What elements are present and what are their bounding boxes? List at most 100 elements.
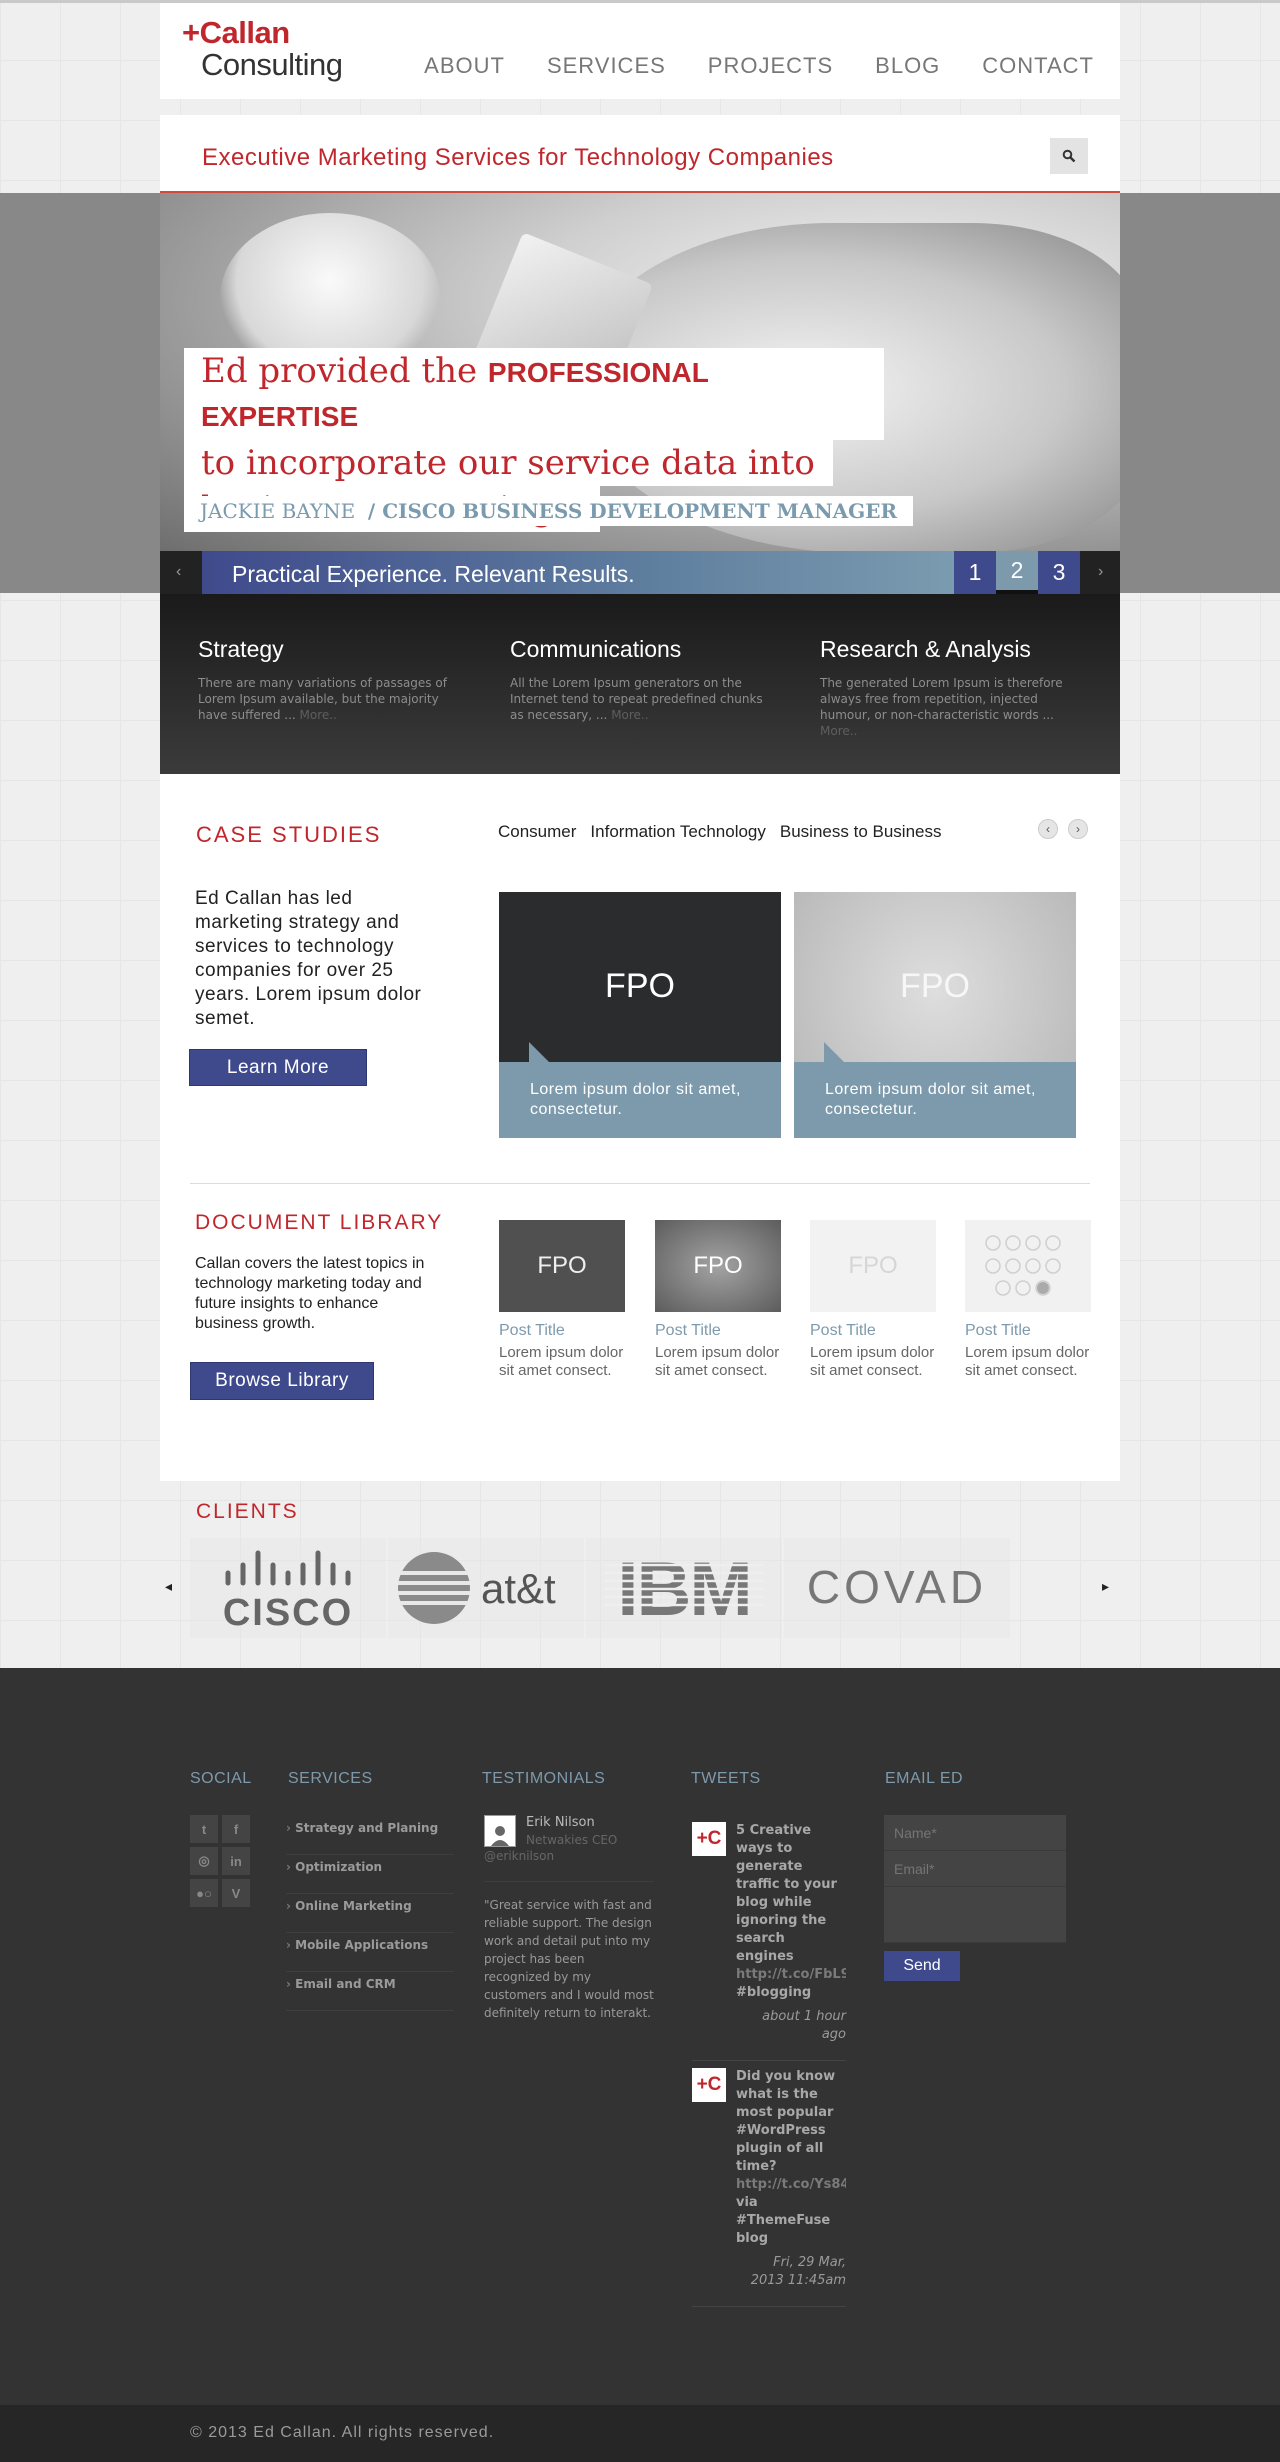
clients-prev-arrow[interactable]: ◂ [165, 1578, 172, 1595]
slider-page-2[interactable]: 2 [996, 551, 1038, 594]
tweet-time: about 1 hour ago [762, 2009, 846, 2042]
att-logo-text: at&t [481, 1565, 556, 1612]
tab-information-technology[interactable]: Information Technology [590, 822, 765, 842]
service-title: Communications [510, 636, 682, 662]
main-nav: ABOUT SERVICES PROJECTS BLOG CONTACT [424, 53, 1094, 79]
covad-logo: COVAD [807, 1561, 983, 1613]
footer-service-link[interactable]: Strategy and Planing [286, 1816, 454, 1855]
service-text: The generated Lorem Ipsum is therefore a… [820, 675, 1080, 739]
testimonial-handle[interactable]: @eriknilson [484, 1849, 654, 1882]
tweet-body: 5 Creative ways to generate traffic to y… [736, 1822, 846, 2044]
post-title[interactable]: Post Title [810, 1322, 940, 1340]
case-studies-title: CASE STUDIES [196, 822, 382, 847]
email-field[interactable] [884, 1851, 1066, 1887]
browse-library-button[interactable]: Browse Library [190, 1362, 374, 1400]
clients-title: CLIENTS [196, 1500, 299, 1523]
client-logo-ibm[interactable]: IBM [586, 1538, 782, 1638]
library-post-2[interactable]: FPO Post Title Lorem ipsum dolor sit ame… [655, 1220, 785, 1380]
service-text: There are many variations of passages of… [198, 675, 458, 723]
tweet-body: Did you know what is the most popular #W… [736, 2068, 846, 2290]
dribbble-icon[interactable]: ◎ [190, 1847, 218, 1875]
client-logo-cisco[interactable]: CISCO [190, 1538, 386, 1638]
send-button[interactable]: Send [884, 1951, 960, 1981]
post-thumbnail: FPO [810, 1220, 936, 1312]
footer-testimonials-title: TESTIMONIALS [482, 1770, 606, 1787]
site-header: +Callan Consulting ABOUT SERVICES PROJEC… [160, 3, 1120, 99]
clients-next-arrow[interactable]: ▸ [1102, 1578, 1109, 1595]
slider-next-arrow[interactable]: › [1098, 563, 1103, 581]
case-studies-tabs: Consumer Information Technology Business… [498, 822, 941, 842]
nav-about[interactable]: ABOUT [424, 53, 505, 79]
testimonial: Erik Nilson Netwakies CEO @eriknilson "G… [484, 1815, 654, 2022]
service-strategy: Strategy There are many variations of pa… [198, 636, 458, 723]
slider-page-1[interactable]: 1 [954, 551, 996, 594]
cisco-logo: CISCO [223, 1550, 353, 1633]
footer-service-link[interactable]: Online Marketing [286, 1894, 454, 1933]
testimonial-role: Netwakies CEO [526, 1833, 618, 1847]
case-next-button[interactable]: › [1068, 819, 1088, 839]
client-logo-covad[interactable]: COVAD [784, 1538, 1010, 1638]
name-field[interactable] [884, 1815, 1066, 1851]
service-more-link[interactable]: More.. [611, 708, 648, 722]
quote-attribution: JACKIE BAYNE / CISCO BUSINESS DEVELOPMEN… [184, 496, 914, 526]
case-prev-button[interactable]: ‹ [1038, 819, 1058, 839]
twitter-icon[interactable]: t [190, 1815, 218, 1843]
tweet-tag[interactable]: #blogging [736, 1985, 811, 2000]
flickr-icon[interactable]: ●○ [190, 1879, 218, 1907]
slider-prev-arrow[interactable]: ‹ [176, 563, 181, 581]
footer-social-title: SOCIAL [190, 1770, 252, 1787]
tweet-link[interactable]: http://t.co/Ys84l [736, 2176, 846, 2194]
tab-consumer[interactable]: Consumer [498, 822, 576, 842]
post-title[interactable]: Post Title [499, 1322, 629, 1340]
nav-services[interactable]: SERVICES [547, 53, 666, 79]
service-text: All the Lorem Ipsum generators on the In… [510, 675, 770, 723]
post-title[interactable]: Post Title [655, 1322, 785, 1340]
library-post-1[interactable]: FPO Post Title Lorem ipsum dolor sit ame… [499, 1220, 629, 1380]
user-icon [491, 1826, 509, 1846]
facebook-icon[interactable]: f [222, 1815, 250, 1843]
tweet-link[interactable]: http://t.co/FbL9T [736, 1966, 846, 1984]
testimonial-author: Erik Nilson Netwakies CEO [484, 1815, 654, 1847]
linkedin-icon[interactable]: in [222, 1847, 250, 1875]
attribution-title: / CISCO BUSINESS DEVELOPMENT MANAGER [367, 499, 898, 523]
nav-projects[interactable]: PROJECTS [708, 53, 833, 79]
case-studies-arrows: ‹ › [1038, 819, 1088, 839]
footer-services-list: Strategy and Planing Optimization Online… [286, 1816, 454, 2011]
search-button[interactable] [1050, 138, 1088, 174]
footer-service-link[interactable]: Email and CRM [286, 1972, 454, 2011]
library-post-4[interactable]: Post Title Lorem ipsum dolor sit amet co… [965, 1220, 1095, 1380]
slide-title: Practical Experience. Relevant Results. [202, 551, 956, 594]
case-study-card-2[interactable]: FPO Lorem ipsum dolor sit amet, consecte… [794, 892, 1076, 1138]
service-more-link[interactable]: More.. [300, 708, 337, 722]
tweet-separator [692, 2060, 846, 2061]
logo[interactable]: +Callan Consulting [182, 17, 343, 81]
cisco-logo-text: CISCO [223, 1592, 353, 1633]
tab-business-to-business[interactable]: Business to Business [780, 822, 942, 842]
slider-page-3[interactable]: 3 [1038, 551, 1080, 594]
testimonial-quote: "Great service with fast and reliable su… [484, 1898, 654, 2020]
tweet-tag[interactable]: via #ThemeFuse blog [736, 2195, 830, 2246]
service-more-link[interactable]: More.. [820, 724, 857, 738]
footer-service-link[interactable]: Mobile Applications [286, 1933, 454, 1972]
footer-service-link[interactable]: Optimization [286, 1855, 454, 1894]
copyright-text: © 2013 Ed Callan. All rights reserved. [190, 2424, 495, 2441]
case-study-fpo-label: FPO [900, 967, 970, 1005]
case-study-card-1[interactable]: FPO Lorem ipsum dolor sit amet, consecte… [499, 892, 781, 1138]
quote-line-2: to incorporate our service data into [184, 440, 833, 486]
icon-grid-thumbnail [985, 1235, 1061, 1296]
post-thumbnail: FPO [655, 1220, 781, 1312]
message-field[interactable] [884, 1887, 1066, 1943]
learn-more-button[interactable]: Learn More [189, 1049, 367, 1086]
service-research: Research & Analysis The generated Lorem … [820, 636, 1080, 739]
nav-blog[interactable]: BLOG [875, 53, 940, 79]
vimeo-icon[interactable]: V [222, 1879, 250, 1907]
caption-pointer [529, 1042, 549, 1062]
ibm-logo: IBM [604, 1547, 764, 1632]
client-logo-att[interactable]: at&t [388, 1538, 584, 1638]
library-post-3[interactable]: FPO Post Title Lorem ipsum dolor sit ame… [810, 1220, 940, 1380]
post-title[interactable]: Post Title [965, 1322, 1095, 1340]
footer-email-title: EMAIL ED [885, 1770, 964, 1787]
footer: SOCIAL t f ◎ in ●○ V SERVICES Strategy a… [0, 1668, 1280, 2405]
nav-contact[interactable]: CONTACT [982, 53, 1094, 79]
avatar [484, 1815, 516, 1847]
